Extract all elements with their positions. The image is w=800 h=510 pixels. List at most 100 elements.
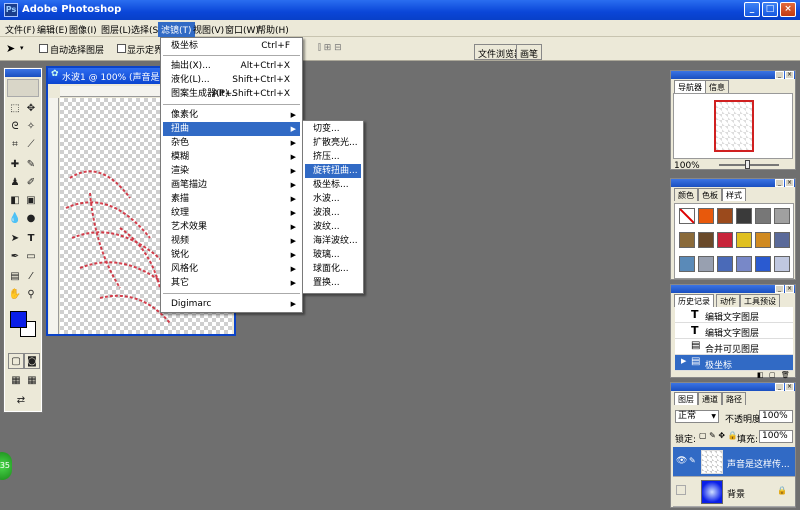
palette-close-icon[interactable]: × [785, 285, 794, 293]
show-bounds-checkbox[interactable] [117, 44, 126, 53]
style-swatch[interactable] [774, 232, 790, 248]
maximize-button[interactable]: □ [762, 2, 778, 17]
tool-preset-dropdown-icon[interactable]: ▾ [20, 44, 24, 52]
style-swatch[interactable] [755, 256, 771, 272]
menu-image[interactable]: 图像(I) [66, 22, 100, 37]
style-swatch[interactable] [698, 256, 714, 272]
screen-mode-standard-icon[interactable]: ▦ [8, 373, 24, 389]
tab-navigator[interactable]: 导航器 [674, 80, 706, 93]
style-swatch[interactable] [698, 208, 714, 224]
sharpen-item[interactable]: 锐化 ▶ [163, 248, 300, 262]
lock-icons[interactable]: ▢ ✎ ✥ 🔒 [699, 431, 738, 440]
blur-tool-icon[interactable]: 💧 [7, 211, 23, 227]
tab-color[interactable]: 颜色 [674, 188, 698, 201]
style-swatch[interactable] [717, 256, 733, 272]
ripple-item[interactable]: 波纹... [305, 220, 361, 234]
pen-tool-icon[interactable]: ✒ [7, 249, 23, 265]
artistic-item[interactable]: 艺术效果 ▶ [163, 220, 300, 234]
tab-history[interactable]: 历史记录 [674, 294, 714, 307]
slice-tool-icon[interactable]: ⟋ [23, 137, 39, 153]
digimarc-item[interactable]: Digimarc ▶ [163, 297, 300, 311]
menu-file[interactable]: 文件(F) [2, 22, 38, 37]
style-swatch[interactable] [755, 208, 771, 224]
opacity-input[interactable]: 100% [759, 410, 793, 423]
pattern-maker-item[interactable]: 图案生成器(P)... Alt+Shift+Ctrl+X [163, 87, 300, 101]
healing-brush-icon[interactable]: ✚ [7, 157, 23, 173]
history-item[interactable]: T 编辑文字图层 [675, 307, 793, 323]
spherize-item[interactable]: 球面化... [305, 262, 361, 276]
magic-wand-icon[interactable]: ✧ [23, 119, 39, 135]
pixelate-item[interactable]: 像素化 ▶ [163, 108, 300, 122]
brushes-tab[interactable]: 画笔 [516, 44, 543, 60]
standard-mode-icon[interactable]: ▢ [8, 353, 24, 369]
history-item-current[interactable]: ▶ ▤ 极坐标 [675, 355, 793, 371]
video-item[interactable]: 视频 ▶ [163, 234, 300, 248]
tab-channels[interactable]: 通道 [698, 392, 722, 405]
path-selection-icon[interactable]: ➤ [7, 231, 23, 247]
palette-close-icon[interactable]: × [785, 179, 794, 187]
style-swatch[interactable] [679, 208, 695, 224]
noise-item[interactable]: 杂色 ▶ [163, 136, 300, 150]
foreground-color-swatch[interactable] [10, 311, 27, 328]
style-swatch[interactable] [736, 256, 752, 272]
layer-row-text[interactable]: 👁 ✎ 声音是这样传... [673, 447, 795, 477]
eyedropper-icon[interactable]: ⁄ [23, 269, 39, 285]
move-tool-icon[interactable]: ➤ [6, 42, 15, 55]
extract-item[interactable]: 抽出(X)... Alt+Ctrl+X [163, 59, 300, 73]
blur-item[interactable]: 模糊 ▶ [163, 150, 300, 164]
history-brush-icon[interactable]: ✐ [23, 175, 39, 191]
stylize-item[interactable]: 风格化 ▶ [163, 262, 300, 276]
blend-mode-select[interactable]: 正常 ▼ [675, 410, 719, 423]
style-swatch[interactable] [736, 232, 752, 248]
navigator-zoom-value[interactable]: 100% [674, 161, 700, 171]
tab-layers[interactable]: 图层 [674, 392, 698, 405]
trash-icon[interactable]: 🗑 [781, 371, 790, 379]
other-item[interactable]: 其它 ▶ [163, 276, 300, 290]
sketch-item[interactable]: 素描 ▶ [163, 192, 300, 206]
tab-swatches[interactable]: 色板 [698, 188, 722, 201]
tab-actions[interactable]: 动作 [716, 294, 740, 307]
navigator-preview[interactable] [673, 93, 793, 159]
palette-close-icon[interactable]: × [785, 71, 794, 79]
crop-tool-icon[interactable]: ⌗ [7, 137, 23, 153]
style-swatch[interactable] [736, 208, 752, 224]
texture-item[interactable]: 纹理 ▶ [163, 206, 300, 220]
style-swatch[interactable] [774, 208, 790, 224]
new-document-icon[interactable]: ▢ [769, 371, 776, 379]
palette-minimize-icon[interactable]: _ [775, 71, 784, 79]
quick-mask-icon[interactable]: ◙ [24, 353, 40, 369]
hand-tool-icon[interactable]: ✋ [7, 287, 23, 303]
history-item[interactable]: T 编辑文字图层 [675, 323, 793, 339]
zoom-tool-icon[interactable]: ⚲ [23, 287, 39, 303]
style-swatch[interactable] [679, 256, 695, 272]
polar-coordinates-item[interactable]: 极坐标... [305, 178, 361, 192]
glass-item[interactable]: 玻璃... [305, 248, 361, 262]
pinch-item[interactable]: 挤压... [305, 150, 361, 164]
close-button[interactable]: × [780, 2, 796, 17]
twirl-item[interactable]: 旋转扭曲... [305, 164, 361, 178]
style-swatch[interactable] [717, 232, 733, 248]
jump-to-imageready-icon[interactable]: ⇄ [13, 393, 29, 409]
gradient-tool-icon[interactable]: ▣ [23, 193, 39, 209]
fill-input[interactable]: 100% [759, 430, 793, 443]
move-tool-icon[interactable]: ✥ [23, 101, 39, 117]
style-swatch[interactable] [717, 208, 733, 224]
style-swatch[interactable] [755, 232, 771, 248]
ocean-ripple-item[interactable]: 海洋波纹... [305, 234, 361, 248]
adobe-online-icon[interactable] [7, 79, 39, 97]
wave-item[interactable]: 波浪... [305, 206, 361, 220]
shear-item[interactable]: 切变... [305, 122, 361, 136]
layer-row-background[interactable]: 背景 🔒 [673, 477, 795, 507]
diffuse-glow-item[interactable]: 扩散亮光... [305, 136, 361, 150]
eye-icon[interactable]: 👁 [676, 456, 687, 466]
marquee-tool-icon[interactable]: ⬚ [7, 101, 23, 117]
minimize-button[interactable]: _ [744, 2, 760, 17]
menu-help[interactable]: 帮助(H) [254, 22, 292, 37]
style-swatch[interactable] [774, 256, 790, 272]
style-swatch[interactable] [698, 232, 714, 248]
screen-mode-full-icon[interactable]: ▦ [24, 373, 40, 389]
palette-minimize-icon[interactable]: _ [775, 285, 784, 293]
auto-select-checkbox[interactable] [39, 44, 48, 53]
eraser-tool-icon[interactable]: ◧ [7, 193, 23, 209]
render-item[interactable]: 渲染 ▶ [163, 164, 300, 178]
